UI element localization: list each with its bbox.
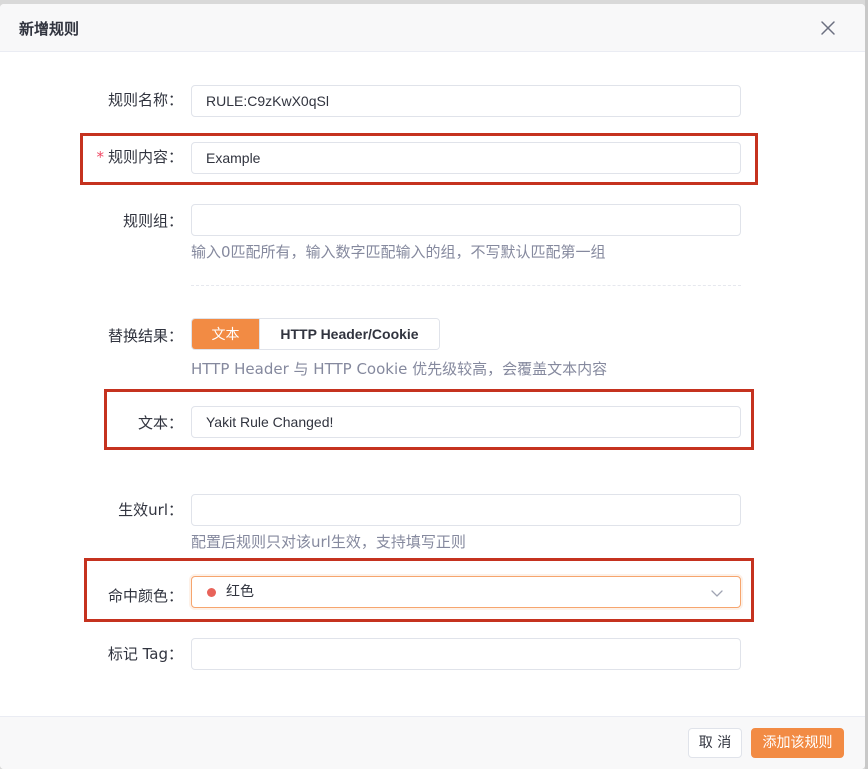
rule-group-label: 规则组： bbox=[122, 212, 183, 230]
hit-color-select[interactable]: 红色 bbox=[191, 576, 741, 608]
effective-url-input[interactable] bbox=[191, 494, 741, 526]
tag-label: 标记 Tag： bbox=[107, 645, 183, 663]
rule-name-label: 规则名称： bbox=[107, 91, 183, 109]
rule-name-input[interactable]: RULE:C9zKwX0qSl bbox=[191, 85, 741, 117]
cancel-button[interactable]: 取 消 bbox=[688, 728, 742, 758]
segment-text[interactable]: 文本 bbox=[192, 319, 259, 349]
modal-footer: 取 消 添加该规则 bbox=[0, 716, 865, 769]
segment-http-header-cookie[interactable]: HTTP Header/Cookie bbox=[259, 319, 439, 349]
effective-url-help: 配置后规则只对该url生效，支持填写正则 bbox=[191, 533, 466, 551]
text-label: 文本： bbox=[137, 414, 183, 432]
rule-group-help: 输入0匹配所有，输入数字匹配输入的组，不写默认匹配第一组 bbox=[191, 243, 606, 261]
red-dot-icon bbox=[207, 588, 216, 597]
close-icon[interactable] bbox=[818, 18, 838, 38]
tag-input[interactable] bbox=[191, 638, 741, 670]
rule-content-value: Example bbox=[206, 150, 261, 166]
add-rule-modal: 新增规则 规则名称： RULE:C9zKwX0qSl * 规则内容： Exampl… bbox=[0, 4, 865, 769]
rule-content-label: * 规则内容： bbox=[96, 148, 183, 166]
required-mark: * bbox=[96, 148, 104, 166]
section-divider bbox=[191, 285, 741, 286]
replace-result-help: HTTP Header 与 HTTP Cookie 优先级较高，会覆盖文本内容 bbox=[191, 360, 608, 378]
rule-group-input[interactable] bbox=[191, 204, 741, 236]
add-rule-button[interactable]: 添加该规则 bbox=[751, 728, 844, 758]
modal-body: 规则名称： RULE:C9zKwX0qSl * 规则内容： Example 规则组… bbox=[0, 53, 865, 715]
modal-header: 新增规则 bbox=[0, 4, 865, 52]
chevron-down-icon bbox=[711, 590, 723, 597]
text-input[interactable]: Yakit Rule Changed! bbox=[191, 406, 741, 438]
hit-color-value: 红色 bbox=[226, 584, 254, 600]
modal-title: 新增规则 bbox=[19, 20, 80, 38]
replace-result-label: 替换结果： bbox=[107, 327, 183, 345]
rule-content-input[interactable]: Example bbox=[191, 142, 741, 174]
replace-result-segmented: 文本 HTTP Header/Cookie bbox=[191, 318, 440, 350]
hit-color-label: 命中颜色： bbox=[107, 587, 183, 605]
effective-url-label: 生效url： bbox=[118, 501, 183, 519]
